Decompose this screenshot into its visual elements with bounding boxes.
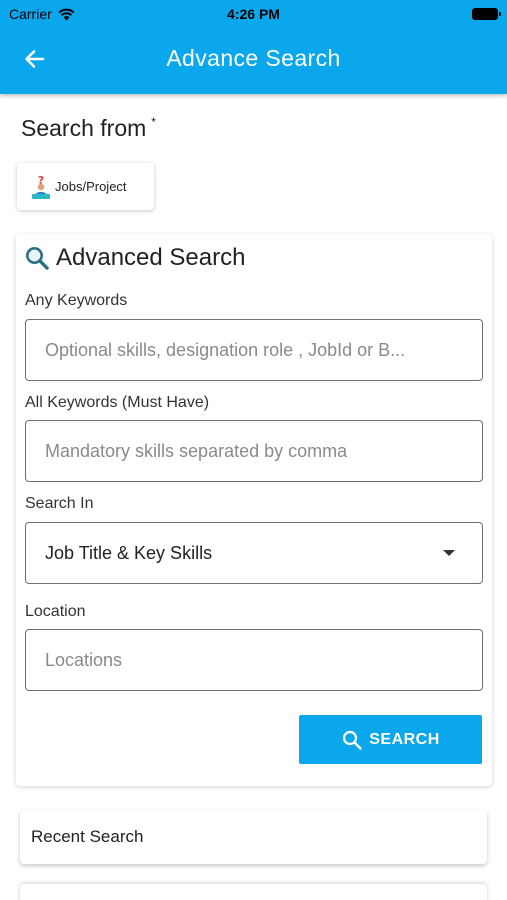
all-keywords-input[interactable]: Mandatory skills separated by comma [25,420,483,482]
search-from-label: Search from [21,115,147,141]
recent-search-item[interactable] [20,884,487,900]
recent-search-label: Recent Search [31,827,144,846]
advanced-search-title-text: Advanced Search [56,244,246,271]
jobs-project-label: Jobs/Project [55,179,127,194]
search-button-label: SEARCH [369,730,440,748]
all-keywords-label: All Keywords (Must Have) [25,394,210,411]
search-from-heading: Search from * [21,115,156,142]
search-in-value: Job Title & Key Skills [45,542,213,563]
location-label: Location [25,603,86,620]
advanced-search-title: Advanced Search [24,244,245,272]
search-in-label: Search In [25,495,94,512]
jobs-project-icon: ? [32,174,50,199]
location-input[interactable]: Locations [25,629,483,691]
page-title: Advance Search [166,45,341,71]
advanced-search-card: Advanced Search Any Keywords Optional sk… [16,234,492,786]
search-in-select[interactable]: Job Title & Key Skills [25,522,483,584]
battery-icon [472,8,501,20]
status-time: 4:26 PM [227,6,280,22]
search-button-icon [343,730,362,750]
recent-search-header[interactable]: Recent Search [20,810,487,864]
any-keywords-input[interactable]: Optional skills, designation role , JobI… [25,319,483,381]
any-keywords-placeholder: Optional skills, designation role , JobI… [45,339,406,360]
app-bar: Carrier 4:26 PM Advance Search [0,0,507,94]
jobs-project-chip[interactable]: ? Jobs/Project [17,163,154,210]
search-icon [26,247,49,270]
location-placeholder: Locations [45,649,123,670]
any-keywords-label: Any Keywords [25,292,128,309]
required-mark: * [151,115,156,129]
all-keywords-placeholder: Mandatory skills separated by comma [45,440,348,461]
dropdown-caret-icon [443,550,455,556]
search-button[interactable]: SEARCH [299,715,482,764]
status-bar: Carrier 4:26 PM [0,0,507,28]
